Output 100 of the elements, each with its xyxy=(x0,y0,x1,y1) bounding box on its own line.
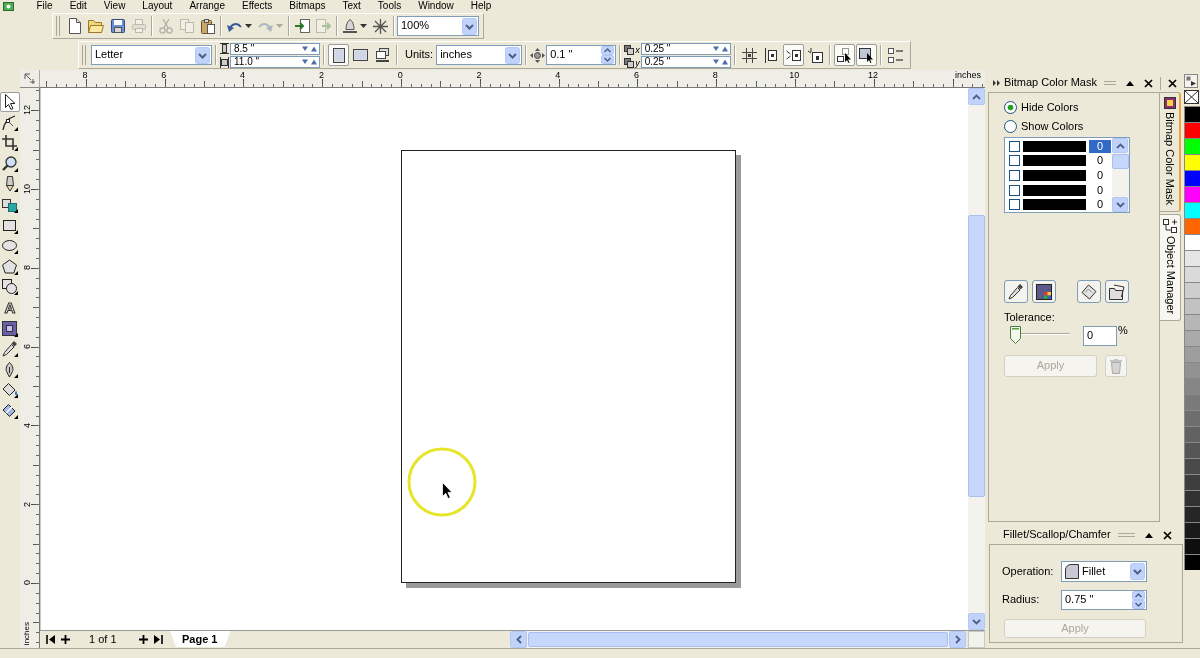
toggle-button[interactable] xyxy=(782,44,804,66)
tolerance-value[interactable]: 0 xyxy=(1089,169,1111,182)
menu-item[interactable]: Window xyxy=(409,0,463,12)
toggle-button[interactable] xyxy=(833,44,855,66)
swatch-icon[interactable] xyxy=(1184,378,1200,394)
horizontal-scrollbar[interactable] xyxy=(510,631,966,648)
swatch-icon[interactable] xyxy=(1184,218,1200,234)
swatch-icon[interactable] xyxy=(1184,394,1200,410)
menu-item[interactable]: File xyxy=(28,0,62,12)
swatch-icon[interactable] xyxy=(1184,458,1200,474)
swatch-icon[interactable] xyxy=(1184,266,1200,282)
no-color-icon[interactable] xyxy=(1184,90,1199,104)
menu-item[interactable]: View xyxy=(95,0,134,12)
swatch-icon[interactable] xyxy=(1184,186,1200,202)
swatch-icon[interactable] xyxy=(1184,234,1200,250)
slider-thumb[interactable] xyxy=(1010,326,1021,344)
swatch-icon[interactable] xyxy=(1184,282,1200,298)
tolerance-field[interactable]: 0 xyxy=(1083,326,1117,346)
duplicate-distance-field[interactable]: 0.25 " xyxy=(640,42,731,55)
swatch-icon[interactable] xyxy=(1184,298,1200,314)
checkbox-icon[interactable] xyxy=(1009,155,1020,167)
operation-dropdown[interactable]: Fillet xyxy=(1061,561,1147,582)
swatch-icon[interactable] xyxy=(1184,506,1200,522)
swatch-icon[interactable] xyxy=(1184,474,1200,490)
page-tab[interactable]: Page 1 xyxy=(170,631,231,647)
menu-item[interactable]: Layout xyxy=(133,0,181,12)
swatch-icon[interactable] xyxy=(1184,362,1200,378)
tool-button[interactable] xyxy=(0,133,20,154)
close-button[interactable] xyxy=(1141,76,1156,90)
diamond-button[interactable] xyxy=(1077,280,1101,303)
tool-button[interactable] xyxy=(0,256,20,277)
swatch-icon[interactable] xyxy=(1184,106,1200,122)
swatch-icon[interactable] xyxy=(1184,170,1200,186)
tool-button[interactable] xyxy=(0,318,20,339)
swatch-icon[interactable] xyxy=(1184,442,1200,458)
radius-field[interactable]: 0.75 " xyxy=(1061,589,1147,610)
folder-button[interactable] xyxy=(1105,280,1129,303)
units-dropdown[interactable]: inches xyxy=(436,45,523,65)
tool-button[interactable] xyxy=(0,339,20,360)
page-height-field[interactable]: 11.0 " xyxy=(230,55,320,68)
swatch-icon[interactable] xyxy=(1184,538,1200,554)
menu-item[interactable]: Tools xyxy=(369,0,410,12)
duplicate-distance-field[interactable]: 0.25 " xyxy=(640,55,731,68)
eyedropper-button[interactable] xyxy=(1004,280,1028,303)
menu-item[interactable]: Effects xyxy=(233,0,281,12)
list-scrollbar[interactable] xyxy=(1112,138,1129,212)
checkbox-icon[interactable] xyxy=(1009,170,1020,181)
scroll-down-button[interactable] xyxy=(968,613,985,630)
scroll-up-button[interactable] xyxy=(1112,138,1128,153)
swatch-icon[interactable] xyxy=(1184,490,1200,506)
menu-item[interactable]: Text xyxy=(334,0,370,12)
portrait-button[interactable] xyxy=(328,44,349,66)
checkbox-icon[interactable] xyxy=(1009,140,1020,152)
scrollbar-thumb[interactable] xyxy=(528,632,948,647)
tool-button[interactable] xyxy=(0,277,20,298)
swatch-icon[interactable] xyxy=(1184,410,1200,426)
swatch-icon[interactable] xyxy=(1184,202,1200,218)
scroll-left-button[interactable] xyxy=(510,631,527,648)
swatch-icon[interactable] xyxy=(1184,154,1200,170)
close-button[interactable] xyxy=(1160,528,1175,542)
swatch-icon[interactable] xyxy=(1184,138,1200,154)
color-grid-button[interactable] xyxy=(1032,280,1056,303)
tolerance-value[interactable]: 0 xyxy=(1089,198,1111,212)
nudge-distance-field[interactable]: 0.1 " xyxy=(546,45,617,65)
checkbox-icon[interactable] xyxy=(1009,184,1020,196)
scroll-up-button[interactable] xyxy=(968,88,985,105)
docker-tab[interactable]: Bitmap Color Mask xyxy=(1160,92,1181,212)
close-button[interactable] xyxy=(1165,76,1180,90)
swatch-icon[interactable] xyxy=(1184,122,1200,138)
menu-item[interactable]: Edit xyxy=(61,0,96,12)
docker-tab[interactable]: Object Manager xyxy=(1160,213,1181,322)
color-mode-radio[interactable]: Hide Colors xyxy=(1004,101,1079,114)
tool-button[interactable] xyxy=(0,380,20,401)
checkbox-icon[interactable] xyxy=(1009,199,1020,211)
tolerance-value[interactable]: 0 xyxy=(1089,139,1111,153)
scrollbar-thumb[interactable] xyxy=(1112,154,1129,169)
menu-item[interactable]: Bitmaps xyxy=(280,0,334,12)
toggle-button[interactable] xyxy=(855,44,877,66)
scroll-right-button[interactable] xyxy=(949,631,966,648)
swatch-icon[interactable] xyxy=(1184,426,1200,442)
menu-item[interactable]: Arrange xyxy=(180,0,234,12)
double-chevron-icon[interactable] xyxy=(993,80,1000,86)
vertical-scrollbar[interactable] xyxy=(968,88,985,630)
scroll-down-button[interactable] xyxy=(1112,197,1128,212)
tolerance-value[interactable]: 0 xyxy=(1089,154,1111,168)
color-mode-radio[interactable]: Show Colors xyxy=(1004,120,1084,133)
swatch-icon[interactable] xyxy=(1184,346,1200,362)
tool-button[interactable] xyxy=(0,153,20,174)
swatch-icon[interactable] xyxy=(1184,522,1200,538)
scrollbar-thumb[interactable] xyxy=(968,215,985,497)
tool-button[interactable] xyxy=(0,92,20,112)
tolerance-value[interactable]: 0 xyxy=(1089,183,1111,197)
paper-size-dropdown[interactable]: Letter xyxy=(91,45,212,65)
menu-item[interactable]: Help xyxy=(462,0,500,12)
ruler-corner[interactable] xyxy=(20,70,40,88)
swatch-icon[interactable] xyxy=(1184,250,1200,266)
swatch-icon[interactable] xyxy=(1184,554,1200,570)
swatch-icon[interactable] xyxy=(1184,314,1200,330)
zoom-level-dropdown[interactable]: 100% xyxy=(397,16,479,36)
palette-menu-icon[interactable] xyxy=(1184,74,1198,88)
